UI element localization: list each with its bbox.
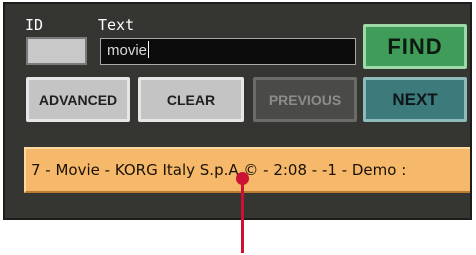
search-result-item[interactable]: 7 - Movie - KORG Italy S.p.A © - 2:08 - … [24,147,470,193]
callout-pointer-dot [236,172,249,185]
callout-pointer-line [241,179,244,253]
id-label: ID [25,16,44,34]
next-button[interactable]: NEXT [363,77,467,122]
clear-button[interactable]: CLEAR [138,77,244,122]
id-field[interactable] [26,37,87,65]
text-label: Text [98,16,135,34]
search-text-value: movie [107,42,148,59]
previous-button[interactable]: PREVIOUS [253,77,357,122]
text-caret [148,41,150,58]
advanced-button[interactable]: ADVANCED [26,77,130,122]
search-text-field[interactable]: movie [100,38,356,65]
find-button[interactable]: FIND [363,24,467,69]
